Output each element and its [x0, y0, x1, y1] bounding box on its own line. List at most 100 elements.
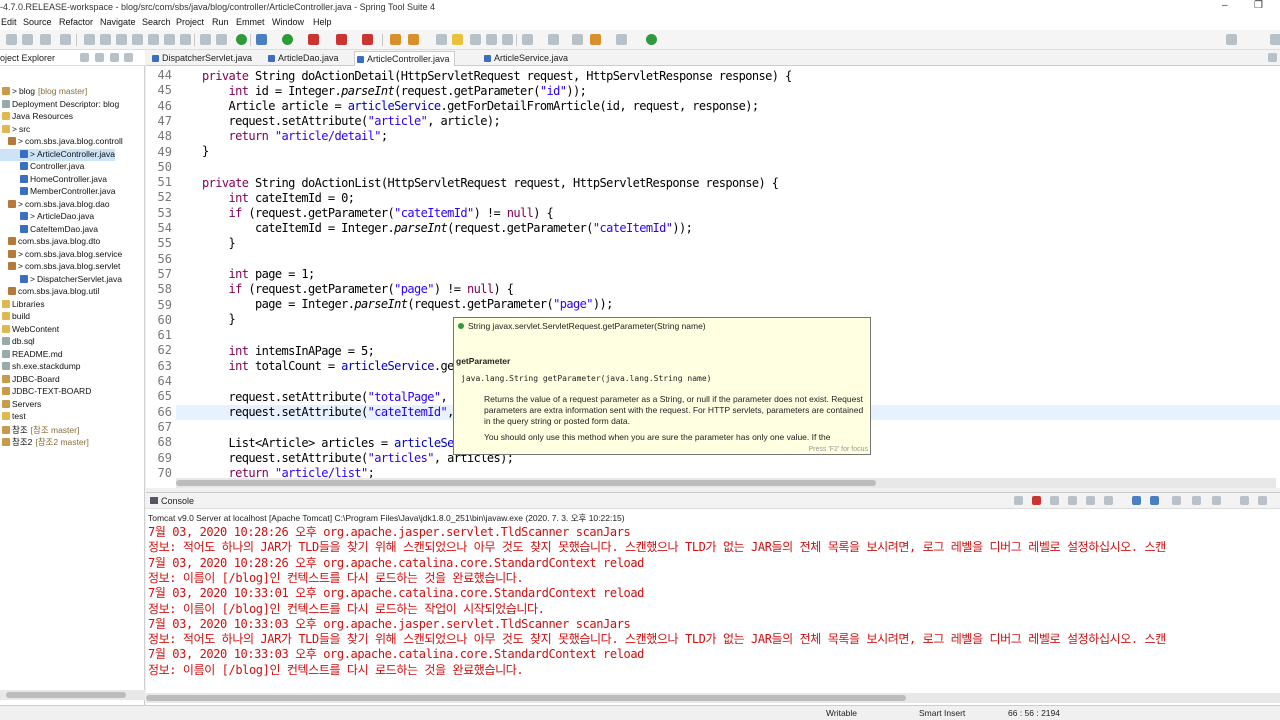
- step-over-icon[interactable]: [164, 34, 175, 45]
- tree-item[interactable]: > DispatcherServlet.java: [0, 274, 122, 286]
- open-perspective-icon[interactable]: [646, 34, 657, 45]
- tree-item[interactable]: com.sbs.java.blog.dto: [0, 236, 100, 248]
- prev-annotation-icon[interactable]: [548, 34, 559, 45]
- terminate-console-icon[interactable]: [1032, 496, 1041, 505]
- tree-item[interactable]: > src: [0, 124, 30, 136]
- minimize-button[interactable]: –: [1222, 0, 1228, 11]
- print-icon[interactable]: [40, 34, 51, 45]
- disconnect-icon[interactable]: [132, 34, 143, 45]
- remove-launch-icon[interactable]: [1014, 496, 1023, 505]
- mark-occurrences-icon[interactable]: [452, 34, 463, 45]
- save-all-icon[interactable]: [22, 34, 33, 45]
- menu-emmet[interactable]: Emmet: [236, 17, 265, 27]
- tree-item[interactable]: JDBC-Board: [0, 374, 60, 386]
- remove-all-icon[interactable]: [1050, 496, 1059, 505]
- new-java-project-icon[interactable]: [390, 34, 401, 45]
- debug-icon[interactable]: [256, 34, 267, 45]
- menu-source[interactable]: Source: [23, 17, 52, 27]
- tab-articleservice[interactable]: ArticleService.java: [482, 51, 572, 66]
- tree-item[interactable]: HomeController.java: [0, 174, 107, 186]
- last-edit-icon[interactable]: [572, 34, 583, 45]
- clear-console-icon[interactable]: [1068, 496, 1077, 505]
- pin-console-icon[interactable]: [1172, 496, 1181, 505]
- project-explorer-title[interactable]: oject Explorer: [0, 53, 55, 63]
- tab-console[interactable]: Console: [150, 496, 194, 506]
- scroll-lock-icon[interactable]: [1086, 496, 1095, 505]
- tree-item[interactable]: Servers: [0, 399, 41, 411]
- tab-dispatcherservlet[interactable]: DispatcherServlet.java: [150, 51, 256, 66]
- tree-item[interactable]: > ArticleController.java: [0, 148, 115, 161]
- open-type-icon[interactable]: [436, 34, 447, 45]
- show-stderr-icon[interactable]: [1150, 496, 1159, 505]
- menu-edit[interactable]: Edit: [1, 17, 17, 27]
- tab-articledao[interactable]: ArticleDao.java: [266, 51, 343, 66]
- external-tools-icon[interactable]: [362, 34, 373, 45]
- tree-item[interactable]: > com.sbs.java.blog.dao: [0, 199, 110, 211]
- show-whitespace-icon[interactable]: [502, 34, 513, 45]
- tree-item[interactable]: com.sbs.java.blog.util: [0, 286, 99, 298]
- toggle-block-icon[interactable]: [470, 34, 481, 45]
- tree-item[interactable]: > com.sbs.java.blog.servlet: [0, 261, 120, 273]
- open-console-icon[interactable]: [1212, 496, 1221, 505]
- display-console-icon[interactable]: [1192, 496, 1201, 505]
- tree-item[interactable]: test: [0, 411, 26, 423]
- menu-run[interactable]: Run: [212, 17, 229, 27]
- run-server-icon[interactable]: [308, 34, 319, 45]
- new-package-icon[interactable]: [408, 34, 419, 45]
- tree-item[interactable]: db.sql: [0, 336, 35, 348]
- run-icon[interactable]: [282, 34, 293, 45]
- toggle-icon[interactable]: [216, 34, 227, 45]
- menu-help[interactable]: Help: [313, 17, 332, 27]
- use-step-filters-icon[interactable]: [200, 34, 211, 45]
- tree-item[interactable]: 참조 [참조 master]: [0, 424, 79, 436]
- terminate-icon[interactable]: [116, 34, 127, 45]
- menu-search[interactable]: Search: [142, 17, 171, 27]
- tree-item[interactable]: CateItemDao.java: [0, 224, 98, 236]
- console-hscrollbar[interactable]: [146, 693, 1280, 703]
- tree-item[interactable]: README.md: [0, 349, 63, 361]
- resume-icon[interactable]: [84, 34, 95, 45]
- javadoc-hover-popup[interactable]: String javax.servlet.ServletRequest.getP…: [453, 317, 871, 455]
- save-icon[interactable]: [6, 34, 17, 45]
- tree-item[interactable]: build: [0, 311, 30, 323]
- tree-item[interactable]: Deployment Descriptor: blog: [0, 99, 119, 111]
- perspective-icon[interactable]: [1270, 34, 1280, 45]
- editor-hscrollbar[interactable]: [176, 478, 1276, 488]
- minimize-view-icon[interactable]: [1240, 496, 1249, 505]
- menu-refactor[interactable]: Refactor: [59, 17, 93, 27]
- tree-item[interactable]: MemberController.java: [0, 186, 116, 198]
- whitespace-icon[interactable]: [486, 34, 497, 45]
- tree-item[interactable]: sh.exe.stackdump: [0, 361, 81, 373]
- word-wrap-icon[interactable]: [1104, 496, 1113, 505]
- tree-item[interactable]: > ArticleDao.java: [0, 211, 94, 223]
- tree-item[interactable]: > blog [blog master]: [0, 86, 87, 98]
- back-icon[interactable]: [590, 34, 601, 45]
- editor-menu-icon[interactable]: [1268, 53, 1277, 62]
- tree-item[interactable]: > com.sbs.java.blog.service: [0, 249, 122, 261]
- maximize-view-icon[interactable]: [1258, 496, 1267, 505]
- forward-icon[interactable]: [616, 34, 627, 45]
- tree-item[interactable]: Libraries: [0, 299, 45, 311]
- menu-navigate[interactable]: Navigate: [100, 17, 136, 27]
- tree-item[interactable]: JDBC-TEXT-BOARD: [0, 386, 91, 398]
- filter-icon[interactable]: [110, 53, 119, 62]
- stop-icon[interactable]: [336, 34, 347, 45]
- tree-item[interactable]: WebContent: [0, 324, 59, 336]
- step-return-icon[interactable]: [180, 34, 191, 45]
- terminal-icon[interactable]: [60, 34, 71, 45]
- tree-item[interactable]: > com.sbs.java.blog.controll: [0, 136, 123, 148]
- explorer-hscrollbar[interactable]: [0, 690, 145, 700]
- view-menu-icon[interactable]: [124, 53, 133, 62]
- collapse-all-icon[interactable]: [80, 53, 89, 62]
- search-icon[interactable]: [1226, 34, 1237, 45]
- next-annotation-icon[interactable]: [522, 34, 533, 45]
- boot-dashboard-icon[interactable]: [236, 34, 247, 45]
- link-editor-icon[interactable]: [95, 53, 104, 62]
- suspend-icon[interactable]: [100, 34, 111, 45]
- tab-articlecontroller[interactable]: ArticleController.java: [354, 51, 455, 66]
- step-into-icon[interactable]: [148, 34, 159, 45]
- show-stdout-icon[interactable]: [1132, 496, 1141, 505]
- menu-window[interactable]: Window: [272, 17, 304, 27]
- tree-item[interactable]: Java Resources: [0, 111, 73, 123]
- tree-item[interactable]: 참조2 [참조2 master]: [0, 436, 89, 448]
